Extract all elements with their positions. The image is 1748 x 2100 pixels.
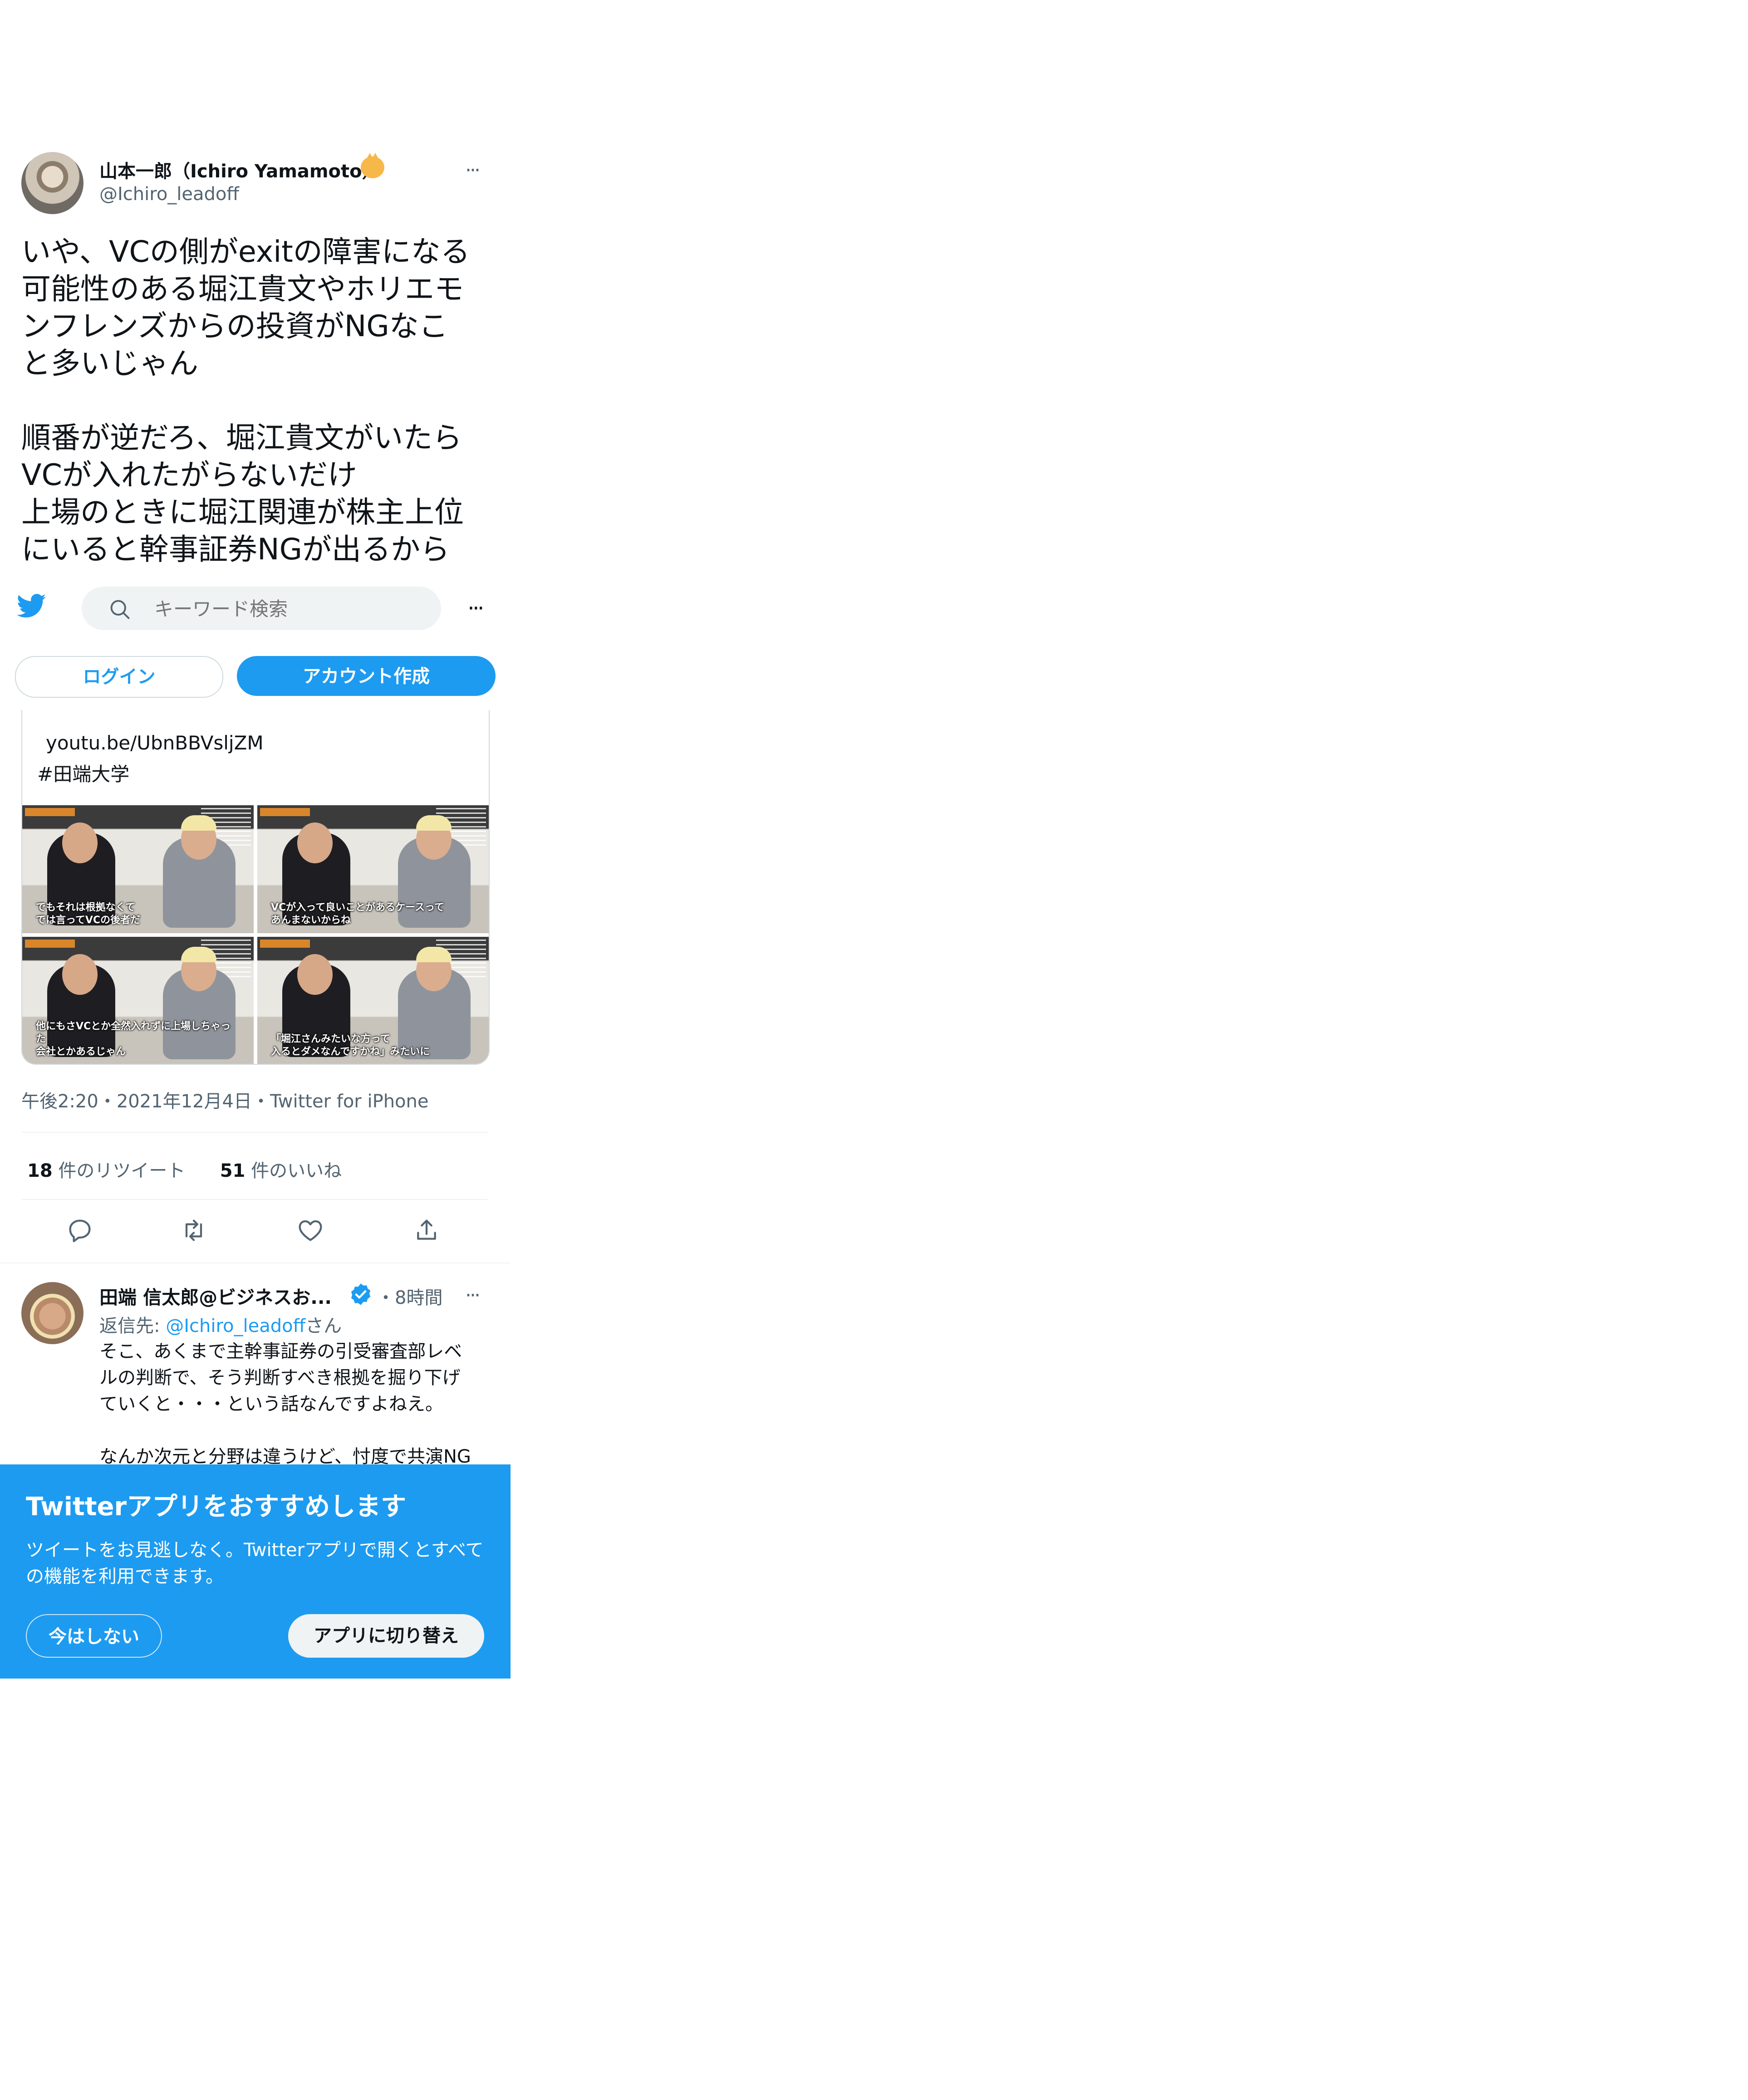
cat-emoji-icon [361, 153, 384, 178]
divider [21, 1132, 488, 1133]
like-count[interactable]: 51 [220, 1160, 246, 1181]
reply-more-button[interactable]: ··· [465, 1284, 481, 1307]
card-hashtag[interactable]: #田端大学 [37, 759, 129, 787]
search-icon [110, 600, 130, 619]
tweet-stats: 18 件のリツイート 51 件のいいね [27, 1156, 342, 1182]
not-now-button[interactable]: 今はしない [26, 1614, 162, 1658]
like-icon[interactable] [296, 1216, 325, 1245]
reply-text: そこ、あくまで主幹事証券の引受審査部レベ ルの判断で、そう判断すべき根拠を掘り下… [99, 1341, 471, 1467]
video-thumbnail-2[interactable]: VCが入って良いことがあるケースって あんまないからね [257, 805, 489, 933]
banner-description: ツイートをお見逃しなく。Twitterアプリで開くとすべての機能を利用できます。 [26, 1540, 484, 1587]
header-more-button[interactable]: ··· [467, 595, 485, 622]
reply-to-suffix: さん [305, 1316, 342, 1336]
thumbnail-caption: でもそれは根拠なくて では言ってVCの後者だ [36, 902, 141, 926]
author-avatar[interactable] [21, 152, 83, 214]
reply-to-line: 返信先: @Ichiro_leadoffさん [99, 1311, 342, 1337]
divider [21, 1199, 488, 1200]
banner-title: Twitterアプリをおすすめします [26, 1492, 407, 1522]
app-promo-banner: Twitterアプリをおすすめします ツイートをお見逃しなく。Twitterアプ… [0, 1464, 511, 1679]
card-link[interactable]: youtu.be/UbnBBVsljZM [46, 732, 264, 754]
video-thumbnail-3[interactable]: 他にもさVCとか全然入れずに上場しちゃった 会社とかあるじゃん [22, 937, 254, 1064]
verified-badge-icon [351, 1283, 371, 1305]
video-thumbnail-1[interactable]: でもそれは根拠なくて では言ってVCの後者だ [22, 805, 254, 933]
image-grid: でもそれは根拠なくて では言ってVCの後者だ VCが入って良いことがあるケースって… [22, 805, 489, 1064]
search-input[interactable] [153, 596, 427, 622]
page: 山本一郎（Ichiro Yamamoto） @Ichiro_leadoff ··… [0, 0, 511, 1679]
retweet-count[interactable]: 18 [27, 1160, 53, 1181]
reply-icon[interactable] [65, 1216, 94, 1245]
thumbnail-caption: 他にもさVCとか全然入れずに上場しちゃった 会社とかあるじゃん [36, 1021, 231, 1057]
tweet-more-button[interactable]: ··· [465, 159, 481, 182]
retweet-count-label[interactable]: 件のリツイート [58, 1160, 185, 1181]
signup-button[interactable]: アカウント作成 [237, 656, 496, 696]
login-button[interactable]: ログイン [15, 656, 223, 698]
switch-to-app-button[interactable]: アプリに切り替え [288, 1614, 484, 1658]
thumbnail-caption: VCが入って良いことがあるケースって あんまないからね [271, 902, 444, 926]
reply-to-prefix: 返信先: [99, 1316, 166, 1336]
thumbnail-caption: 「堀江さんみたいな方って 入るとダメなんですかね」みたいに [271, 1033, 430, 1057]
author-handle[interactable]: @Ichiro_leadoff [99, 184, 239, 205]
tweet-timestamp[interactable]: 午後2:20・2021年12月4日・Twitter for iPhone [21, 1087, 428, 1113]
share-icon[interactable] [412, 1216, 441, 1245]
reply-mention-link[interactable]: @Ichiro_leadoff [166, 1316, 305, 1336]
twitter-bird-icon[interactable] [15, 591, 49, 620]
reply-author-name[interactable]: 田端 信太郎@ビジネスお... [99, 1282, 332, 1309]
tweet-text: いや、VCの側がexitの障害になる 可能性のある堀江貴文やホリエモ ンフレンズ… [21, 235, 470, 567]
reply-timestamp[interactable]: ・8時間 [377, 1283, 442, 1309]
like-count-label[interactable]: 件のいいね [251, 1160, 342, 1181]
tweet-media-card[interactable]: youtu.be/UbnBBVsljZM #田端大学 でもそれは根拠なくて では言… [21, 710, 490, 1065]
retweet-icon[interactable] [179, 1216, 208, 1245]
reply-author-avatar[interactable] [21, 1282, 83, 1344]
video-thumbnail-4[interactable]: 「堀江さんみたいな方って 入るとダメなんですかね」みたいに [257, 937, 489, 1064]
author-name[interactable]: 山本一郎（Ichiro Yamamoto） [99, 157, 380, 183]
